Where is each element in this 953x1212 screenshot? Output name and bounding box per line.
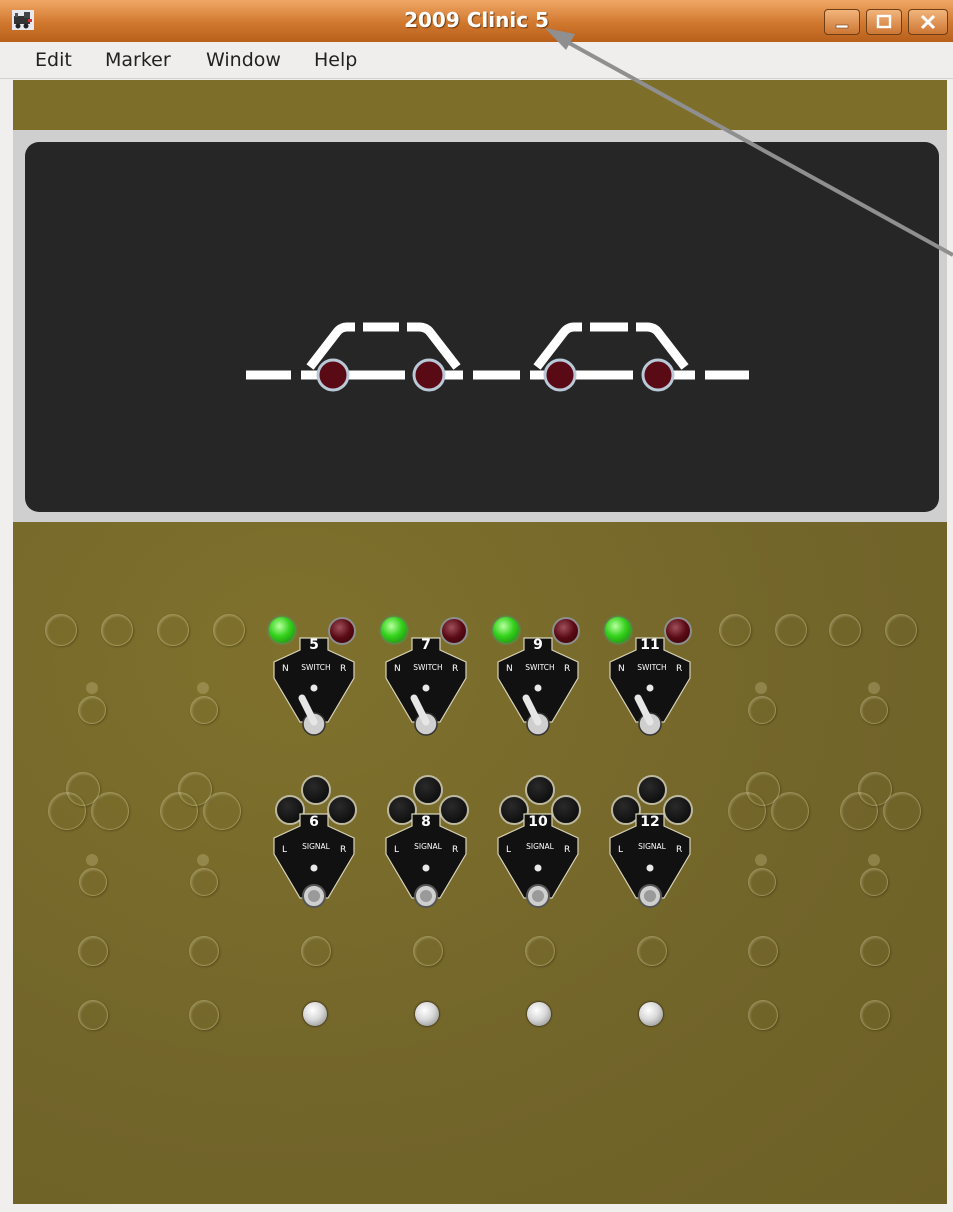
- empty-button-socket: [748, 936, 778, 966]
- empty-lever-socket: [755, 854, 767, 866]
- empty-lever-socket: [78, 696, 106, 724]
- empty-signal-socket: [160, 792, 198, 830]
- empty-lamp-socket: [101, 614, 133, 646]
- switch-lever-number: 7: [421, 637, 431, 653]
- empty-button-socket: [78, 1000, 108, 1030]
- signal-lamp: [413, 775, 443, 805]
- signal-lever-right-mark: R: [564, 845, 570, 855]
- empty-lever-socket: [86, 682, 98, 694]
- empty-lever-socket: [197, 854, 209, 866]
- switch-lever-label: SWITCH: [413, 663, 442, 672]
- empty-signal-socket: [203, 792, 241, 830]
- turnout-indicator[interactable]: [412, 358, 446, 392]
- signal-lamp: [637, 775, 667, 805]
- turnout-indicator[interactable]: [543, 358, 577, 392]
- signal-lever[interactable]: 6 SIGNAL L R: [272, 812, 356, 912]
- empty-signal-socket: [840, 792, 878, 830]
- turnout-indicator[interactable]: [316, 358, 350, 392]
- switch-lever-label: SWITCH: [525, 663, 554, 672]
- switch-lever[interactable]: 9 SWITCH N R: [496, 636, 580, 736]
- signal-lever-left-mark: L: [394, 845, 399, 855]
- empty-lever-socket: [860, 696, 888, 724]
- signal-lever-left-mark: L: [506, 845, 511, 855]
- machine-control-panel: 5 SWITCH N R 6 SIGNAL L R 7 SWITCH N R 8…: [13, 522, 947, 1204]
- signal-lamp: [525, 775, 555, 805]
- empty-button-socket: [78, 936, 108, 966]
- signal-lever-left-mark: L: [618, 845, 623, 855]
- switch-lever-number: 9: [533, 637, 543, 653]
- signal-lever-number: 6: [309, 814, 319, 830]
- switch-lever-reverse-mark: R: [564, 664, 570, 674]
- code-button[interactable]: [415, 1002, 439, 1026]
- empty-lever-socket: [190, 868, 218, 896]
- empty-signal-socket: [883, 792, 921, 830]
- empty-button-socket: [301, 936, 331, 966]
- empty-button-socket: [748, 1000, 778, 1030]
- code-button[interactable]: [639, 1002, 663, 1026]
- empty-button-socket: [525, 936, 555, 966]
- switch-lever[interactable]: 11 SWITCH N R: [608, 636, 692, 736]
- switch-lever-number: 11: [640, 637, 659, 653]
- switch-lever-reverse-mark: R: [452, 664, 458, 674]
- empty-button-socket: [189, 1000, 219, 1030]
- signal-lever[interactable]: 10 SIGNAL L R: [496, 812, 580, 912]
- empty-button-socket: [413, 936, 443, 966]
- switch-lever-reverse-mark: R: [340, 664, 346, 674]
- empty-lever-socket: [868, 682, 880, 694]
- switch-lever-reverse-mark: R: [676, 664, 682, 674]
- empty-lever-socket: [860, 868, 888, 896]
- empty-lamp-socket: [45, 614, 77, 646]
- switch-lever-normal-mark: N: [394, 664, 401, 674]
- switch-lever-number: 5: [309, 637, 319, 653]
- switch-lever-normal-mark: N: [618, 664, 625, 674]
- empty-lamp-socket: [157, 614, 189, 646]
- empty-lamp-socket: [719, 614, 751, 646]
- empty-signal-socket: [91, 792, 129, 830]
- empty-signal-socket: [728, 792, 766, 830]
- signal-lever-number: 12: [640, 814, 659, 830]
- code-button[interactable]: [527, 1002, 551, 1026]
- signal-lever-label: SIGNAL: [526, 842, 555, 851]
- empty-button-socket: [189, 936, 219, 966]
- signal-lever-left-mark: L: [282, 845, 287, 855]
- empty-button-socket: [860, 936, 890, 966]
- signal-lever-right-mark: R: [676, 845, 682, 855]
- application-window: 2009 Clinic 5 Edit Marker Window Help 5 …: [0, 0, 953, 1212]
- empty-lever-socket: [79, 868, 107, 896]
- empty-lever-socket: [868, 854, 880, 866]
- empty-lever-socket: [86, 854, 98, 866]
- switch-lever-label: SWITCH: [637, 663, 666, 672]
- empty-lamp-socket: [885, 614, 917, 646]
- signal-lamp: [301, 775, 331, 805]
- empty-lever-socket: [755, 682, 767, 694]
- empty-lever-socket: [748, 868, 776, 896]
- code-button[interactable]: [303, 1002, 327, 1026]
- switch-lever-label: SWITCH: [301, 663, 330, 672]
- turnout-indicator[interactable]: [641, 358, 675, 392]
- signal-lever-label: SIGNAL: [414, 842, 443, 851]
- switch-lever[interactable]: 5 SWITCH N R: [272, 636, 356, 736]
- signal-lever-number: 8: [421, 814, 431, 830]
- empty-lamp-socket: [775, 614, 807, 646]
- switch-lever-normal-mark: N: [282, 664, 289, 674]
- switch-lever-normal-mark: N: [506, 664, 513, 674]
- empty-signal-socket: [771, 792, 809, 830]
- annotation-arrow: [545, 28, 953, 257]
- signal-lever[interactable]: 12 SIGNAL L R: [608, 812, 692, 912]
- signal-lever-number: 10: [528, 814, 548, 830]
- signal-lever-right-mark: R: [340, 845, 346, 855]
- empty-lever-socket: [190, 696, 218, 724]
- signal-lever[interactable]: 8 SIGNAL L R: [384, 812, 468, 912]
- empty-button-socket: [860, 1000, 890, 1030]
- empty-lamp-socket: [829, 614, 861, 646]
- empty-lamp-socket: [213, 614, 245, 646]
- signal-lever-label: SIGNAL: [302, 842, 331, 851]
- signal-lever-label: SIGNAL: [638, 842, 667, 851]
- empty-signal-socket: [48, 792, 86, 830]
- switch-lever[interactable]: 7 SWITCH N R: [384, 636, 468, 736]
- empty-lever-socket: [197, 682, 209, 694]
- empty-button-socket: [637, 936, 667, 966]
- signal-lever-right-mark: R: [452, 845, 458, 855]
- empty-lever-socket: [748, 696, 776, 724]
